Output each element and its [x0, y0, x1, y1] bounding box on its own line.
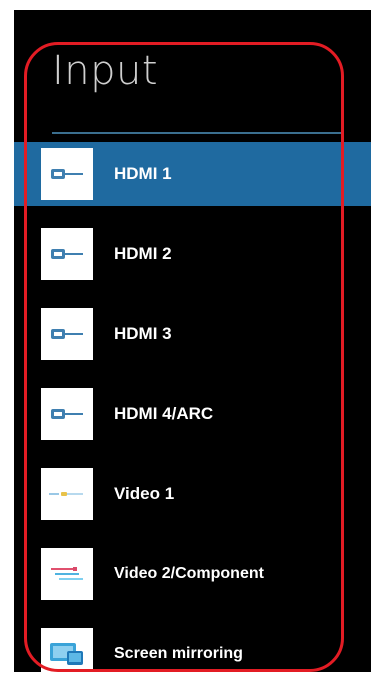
input-item-label: HDMI 2: [114, 244, 172, 263]
input-item-hdmi-2[interactable]: HDMI 2: [14, 222, 371, 286]
input-item-video-2-component[interactable]: Video 2/Component: [14, 542, 371, 606]
input-item-hdmi-1[interactable]: HDMI 1: [14, 142, 371, 206]
input-item-hdmi-3[interactable]: HDMI 3: [14, 302, 371, 366]
input-item-hdmi-4-arc[interactable]: HDMI 4/ARC: [14, 382, 371, 446]
input-item-label: Video 1: [114, 484, 175, 503]
component-video-icon: [41, 548, 93, 600]
tv-screen: Input HDMI 1 HDMI 2 HDMI 3 HDMI 4/ARC Vi…: [14, 10, 371, 672]
input-item-screen-mirroring[interactable]: Screen mirroring: [14, 622, 371, 672]
hdmi-icon: [41, 228, 93, 280]
hdmi-icon: [41, 308, 93, 360]
input-item-label: Screen mirroring: [114, 645, 243, 662]
composite-video-icon: [41, 468, 93, 520]
input-item-video-1[interactable]: Video 1: [14, 462, 371, 526]
hdmi-icon: [41, 388, 93, 440]
input-item-label: Video 2/Component: [114, 565, 264, 582]
input-item-label: HDMI 1: [114, 164, 172, 183]
input-item-label: HDMI 3: [114, 324, 172, 343]
page-title: Input: [52, 48, 159, 94]
screen-mirroring-icon: [41, 628, 93, 672]
input-item-label: HDMI 4/ARC: [114, 404, 214, 423]
hdmi-icon: [41, 148, 93, 200]
title-divider: [52, 132, 341, 134]
